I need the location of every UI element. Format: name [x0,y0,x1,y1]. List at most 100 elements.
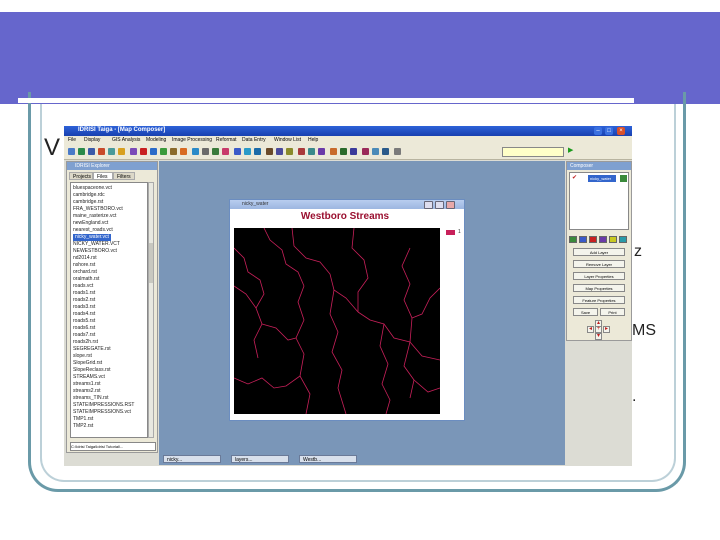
chart-icon[interactable] [170,148,177,155]
file-item[interactable]: roads6.rst [73,325,95,332]
menu-modeling[interactable]: Modeling [146,137,166,143]
file-item[interactable]: roads4.rst [73,311,95,318]
zoom-out-icon[interactable] [244,148,251,155]
display-icon[interactable] [78,148,85,155]
tab-filters[interactable]: Filters [113,172,135,180]
file-item[interactable]: FRA_WESTBORO.vct [73,206,123,213]
file-list-scrollbar[interactable] [148,182,154,438]
file-item[interactable]: oralmath.rst [73,276,99,283]
move-icon[interactable] [202,148,209,155]
menu-file[interactable]: File [68,137,76,143]
pan-icon[interactable] [212,148,219,155]
file-item[interactable]: nearest_roads.vct [73,227,113,234]
layer-name[interactable]: nicky_water [588,175,616,182]
copy-icon[interactable] [308,148,315,155]
file-item[interactable]: SlopeReclass.rst [73,367,111,374]
file-item[interactable]: NEWESTBORO.vct [73,248,117,255]
composer-blue-icon[interactable] [579,236,587,243]
file-item[interactable]: newEngland.vct [73,220,108,227]
zoom-combo[interactable] [502,147,564,157]
file-item[interactable]: SEGREGATE.rst [73,346,111,353]
save-button[interactable]: Save [573,308,598,316]
taskbar-item-westboro[interactable]: Westb... [299,455,357,463]
map-canvas[interactable] [233,227,441,415]
settings-icon[interactable] [394,148,401,155]
palette-icon[interactable] [180,148,187,155]
composer-layer-icon[interactable] [569,236,577,243]
file-item[interactable]: SlopeGrid.rst [73,360,102,367]
file-item[interactable]: STATEIMPRESSIONS.vct [73,409,131,416]
composer-yellow-icon[interactable] [609,236,617,243]
layer-visible-check-icon[interactable]: ✔ [572,175,577,182]
composer-red-icon[interactable] [589,236,597,243]
file-item[interactable]: TMP2.rst [73,423,93,430]
menu-reformat[interactable]: Reformat [216,137,237,143]
pan-right-icon[interactable]: ▸ [603,326,610,333]
save-icon[interactable] [88,148,95,155]
composer-icon[interactable] [130,148,137,155]
menu-display[interactable]: Display [84,137,100,143]
map-properties-button[interactable]: Map Properties [573,284,625,292]
layer-icon[interactable] [108,148,115,155]
feature-properties-button[interactable]: Feature Properties [573,296,625,304]
file-item[interactable]: streams_TIN.rst [73,395,109,402]
globe-icon[interactable] [254,148,261,155]
file-item[interactable]: STATEIMPRESSIONS.RST [73,402,135,409]
pan-left-icon[interactable]: ◂ [587,326,594,333]
file-item[interactable]: roads1.rst [73,290,95,297]
delete-icon[interactable] [222,148,229,155]
menu-window-list[interactable]: Window List [274,137,301,143]
histogram-icon[interactable] [330,148,337,155]
add-layer-button[interactable]: Add Layer [573,248,625,256]
file-item[interactable]: roads5.rst [73,318,95,325]
file-item[interactable]: roads7.rst [73,332,95,339]
select-icon[interactable] [286,148,293,155]
file-item[interactable]: streams2.rst [73,388,101,395]
composer-cyan-icon[interactable] [619,236,627,243]
scrollbar-thumb[interactable] [149,243,153,283]
legend-icon[interactable] [382,148,389,155]
file-item[interactable]: roads3.rst [73,304,95,311]
file-item[interactable]: bluespaceone.vct [73,185,112,192]
file-item[interactable]: streams1.rst [73,381,101,388]
run-icon[interactable]: ▶ [568,147,573,155]
image-icon[interactable] [372,148,379,155]
taskbar-item-nicky[interactable]: nicky... [163,455,221,463]
tab-files[interactable]: Files [93,172,113,180]
terrain-icon[interactable] [340,148,347,155]
tab-projects[interactable]: Projects [69,172,93,180]
grid-icon[interactable] [160,148,167,155]
print-icon[interactable] [98,148,105,155]
menu-gis-analysis[interactable]: GIS Analysis [112,137,140,143]
maximize-button[interactable]: □ [605,127,613,135]
file-item[interactable]: orchard.rst [73,269,97,276]
file-item[interactable]: nshore.rst [73,262,95,269]
file-item[interactable]: roads2h.rst [73,339,98,346]
file-item-selected[interactable]: nicky_water.vct [73,234,111,241]
table-icon[interactable] [362,148,369,155]
paste-icon[interactable] [318,148,325,155]
map-close-button[interactable] [446,201,455,209]
pan-center-icon[interactable]: + [595,326,602,333]
pan-down-icon[interactable]: ▾ [595,333,602,340]
measure-icon[interactable] [276,148,283,155]
path-field[interactable]: C:\Idrisi Taiga\Idrisi Tutorial\... [70,442,156,451]
menu-data-entry[interactable]: Data Entry [242,137,266,143]
file-item[interactable]: NICKY_WATER.VCT [73,241,120,248]
taskbar-item-layers[interactable]: layers... [231,455,289,463]
file-item[interactable]: roads2.rst [73,297,95,304]
composer-purple-icon[interactable] [599,236,607,243]
file-item[interactable]: slope.rst [73,353,92,360]
digitize-icon[interactable] [192,148,199,155]
file-item[interactable]: TMP1.rst [73,416,93,423]
map-minimize-button[interactable] [424,201,433,209]
close-button[interactable]: × [617,127,625,135]
file-item[interactable]: nd2014.rst [73,255,97,262]
file-item[interactable]: STREAMS.vct [73,374,105,381]
layer-properties-button[interactable]: Layer Properties [573,272,625,280]
open-icon[interactable] [68,148,75,155]
zoom-in-icon[interactable] [234,148,241,155]
layer-row[interactable]: ✔ nicky_water [572,175,627,182]
window-icon[interactable] [150,148,157,155]
remove-layer-button[interactable]: Remove Layer [573,260,625,268]
